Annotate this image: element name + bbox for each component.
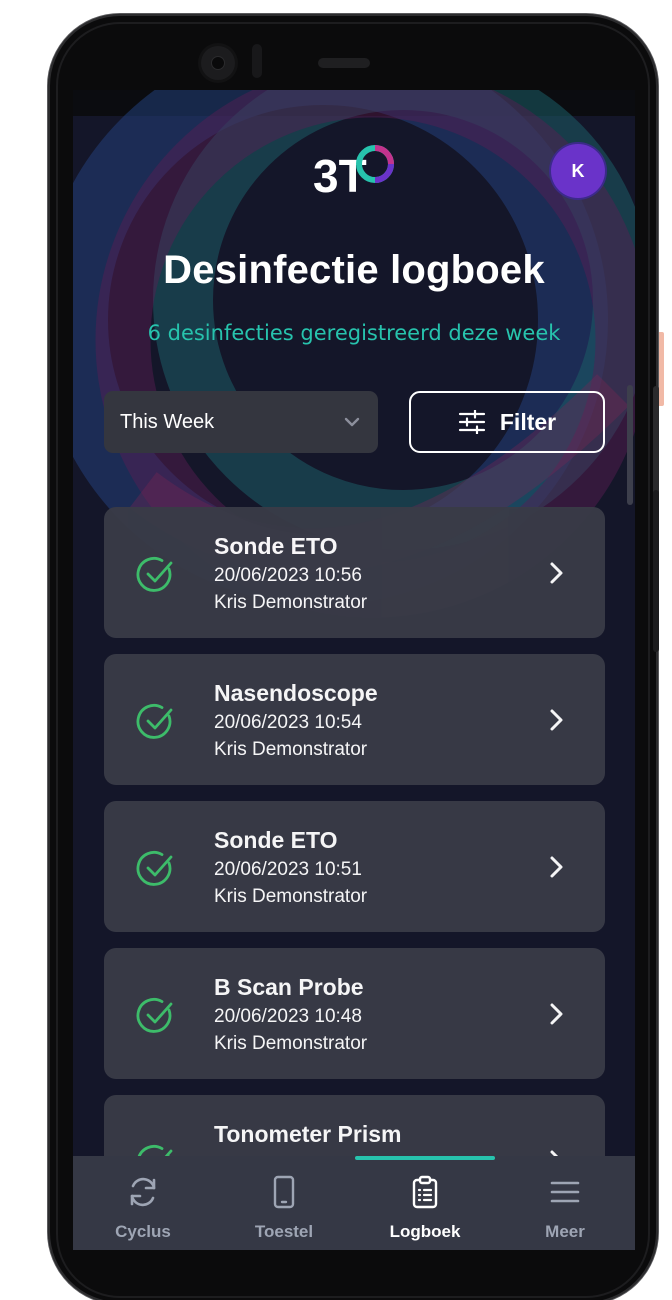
tab-label: Cyclus bbox=[115, 1222, 171, 1241]
power-button bbox=[653, 490, 659, 652]
filter-button[interactable]: Filter bbox=[409, 391, 605, 453]
entry-device-name: Sonde ETO bbox=[214, 827, 338, 853]
entry-user: Kris Demonstrator bbox=[214, 1033, 368, 1054]
tab-logboek[interactable]: Logboek bbox=[355, 1156, 495, 1250]
sensor-icon bbox=[252, 44, 262, 78]
check-circle-icon bbox=[136, 557, 173, 592]
check-circle-icon bbox=[136, 998, 173, 1033]
bottom-tab-bar: Cyclus Toestel Logboek Meer bbox=[73, 1156, 635, 1250]
tab-toestel[interactable]: Toestel bbox=[214, 1156, 354, 1250]
entry-datetime: 20/06/2023 10:56 bbox=[214, 565, 362, 586]
volume-button bbox=[653, 386, 659, 504]
entry-device-name: Tonometer Prism bbox=[214, 1121, 402, 1147]
chevron-right-icon bbox=[550, 709, 563, 731]
tab-label: Toestel bbox=[254, 1222, 314, 1241]
log-entry[interactable]: B Scan Probe 20/06/2023 10:48 Kris Demon… bbox=[104, 948, 605, 1079]
filter-button-label: Filter bbox=[499, 408, 557, 435]
clipboard-icon bbox=[412, 1175, 438, 1209]
entry-device-name: Nasendoscope bbox=[214, 680, 378, 706]
log-entry[interactable]: Nasendoscope 20/06/2023 10:54 Kris Demon… bbox=[104, 654, 605, 785]
sync-icon bbox=[130, 1177, 156, 1207]
app-screen: 3T K Desinfectie logboek 6 desinfecties … bbox=[73, 90, 635, 1250]
tab-label: Meer bbox=[545, 1222, 585, 1241]
week-summary: 6 desinfecties geregistreerd deze week bbox=[147, 321, 561, 345]
entry-datetime: 20/06/2023 10:54 bbox=[214, 712, 362, 733]
scrollbar[interactable] bbox=[627, 385, 633, 505]
phone-icon bbox=[273, 1175, 295, 1209]
front-camera-icon bbox=[201, 46, 235, 80]
page-title: Desinfectie logboek bbox=[163, 248, 545, 292]
chevron-right-icon bbox=[550, 562, 563, 584]
period-select-value: This Week bbox=[120, 410, 215, 433]
entry-device-name: Sonde ETO bbox=[214, 533, 338, 559]
menu-icon bbox=[550, 1181, 580, 1203]
entry-device-name: B Scan Probe bbox=[214, 974, 364, 1000]
3t-logo: 3T bbox=[313, 145, 394, 202]
entry-datetime: 20/06/2023 10:48 bbox=[214, 1006, 362, 1027]
page: 3T K Desinfectie logboek 6 desinfecties … bbox=[0, 0, 672, 1300]
entry-user: Kris Demonstrator bbox=[214, 739, 368, 760]
check-circle-icon bbox=[136, 704, 173, 739]
log-entry[interactable]: Sonde ETO 20/06/2023 10:51 Kris Demonstr… bbox=[104, 801, 605, 932]
entry-datetime: 20/06/2023 10:51 bbox=[214, 859, 362, 880]
entry-user: Kris Demonstrator bbox=[214, 886, 368, 907]
avatar[interactable]: K bbox=[551, 144, 605, 198]
chevron-down-icon bbox=[344, 417, 360, 427]
chevron-right-icon bbox=[550, 856, 563, 878]
chevron-right-icon bbox=[550, 1003, 563, 1025]
tab-cyclus[interactable]: Cyclus bbox=[73, 1156, 213, 1250]
entry-user: Kris Demonstrator bbox=[214, 592, 368, 613]
earpiece-speaker bbox=[318, 58, 370, 68]
tab-label: Logboek bbox=[389, 1222, 461, 1241]
tab-meer[interactable]: Meer bbox=[495, 1156, 635, 1250]
period-select[interactable]: This Week bbox=[104, 391, 378, 453]
log-entry[interactable]: Sonde ETO 20/06/2023 10:56 Kris Demonstr… bbox=[104, 507, 605, 638]
check-circle-icon bbox=[136, 851, 173, 886]
sliders-icon bbox=[458, 410, 485, 434]
